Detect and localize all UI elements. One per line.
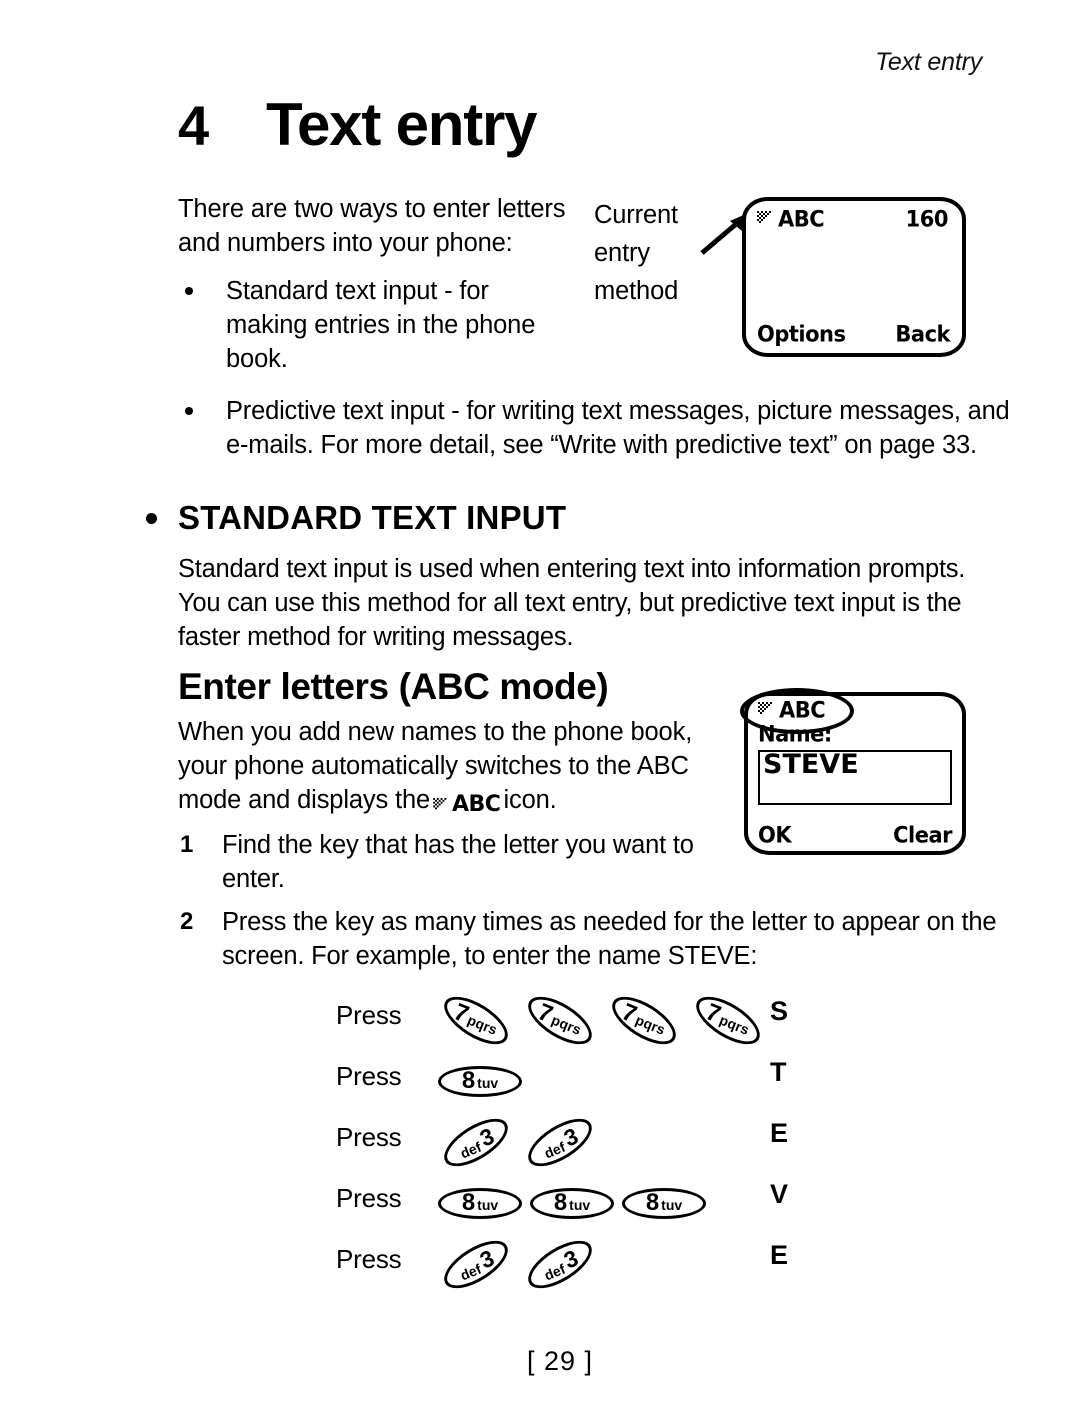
key-glyph: 8 tuv: [646, 1189, 682, 1217]
press-result-letter: E: [770, 1240, 789, 1270]
key-glyph: 7 pqrs: [618, 998, 671, 1041]
abc-inline-text: ABC: [452, 792, 501, 817]
keypad-key-7-icon[interactable]: 7 pqrs: [686, 986, 770, 1054]
keypad-key-3-icon[interactable]: def 3: [434, 1108, 518, 1176]
press-result-letter: S: [770, 996, 789, 1026]
key-letters: tuv: [477, 1074, 499, 1091]
press-result-letter: E: [770, 1118, 789, 1148]
running-head: Text entry: [875, 48, 982, 76]
press-key-group: 7 pqrs 7 pqrs 7 pqrs 7 pqrs: [434, 986, 770, 1054]
callout-current-entry-method: Current entry method: [594, 201, 679, 305]
press-row: Press def 3 def 3 E: [336, 1108, 806, 1176]
press-key-group: def 3 def 3: [434, 1230, 602, 1298]
intro-lead: There are two ways to enter letters and …: [178, 195, 566, 257]
phone2-text-input[interactable]: STEVE: [758, 749, 952, 805]
key-digit: 8: [461, 1066, 476, 1094]
key-digit: 8: [461, 1188, 476, 1216]
abc-indicator-icon: ABC: [433, 786, 501, 822]
abc-indicator-icon: [757, 211, 771, 223]
keypad-key-7-icon[interactable]: 7 pqrs: [518, 986, 602, 1054]
press-key-group: 8 tuv: [434, 1053, 526, 1108]
subsection-paragraph: When you add new names to the phone book…: [178, 715, 703, 822]
step-number: 2: [180, 908, 194, 935]
phone2-softkey-right[interactable]: Clear: [893, 822, 952, 847]
key-letters: tuv: [661, 1196, 683, 1213]
phone1-status-text: ABC: [778, 206, 825, 232]
step-item: 1 Find the key that has the letter you w…: [178, 828, 742, 896]
key-digit: 8: [645, 1188, 660, 1216]
keypad-key-3-icon[interactable]: def 3: [434, 1230, 518, 1298]
keypad-key-8-icon[interactable]: 8 tuv: [434, 1053, 526, 1108]
bullet-dot-icon: [185, 287, 193, 295]
phone-screen-entry-method: ABC 160 Options Back: [742, 197, 966, 357]
key-glyph: 7 pqrs: [702, 998, 755, 1041]
step-text: Find the key that has the letter you wan…: [222, 831, 694, 893]
subsection-paragraph-part2: icon.: [503, 786, 557, 814]
page-title: 4 Text entry: [178, 91, 538, 158]
key-glyph: 8 tuv: [554, 1189, 590, 1217]
press-row: Press 7 pqrs 7 pqrs 7 pqrs 7 pqrs S: [336, 986, 806, 1054]
intro-bullet-1-text: Standard text input - for making entries…: [226, 277, 536, 373]
key-letters: tuv: [477, 1196, 499, 1213]
keypad-key-7-icon[interactable]: 7 pqrs: [434, 986, 518, 1054]
intro-bullet-1: Standard text input - for making entries…: [178, 274, 570, 376]
intro-bullet-2: Predictive text input - for writing text…: [178, 394, 1026, 462]
subsection-heading-enter-letters: Enter letters (ABC mode): [178, 666, 609, 707]
step-number: 1: [180, 831, 194, 858]
section-heading-text: STANDARD TEXT INPUT: [178, 499, 567, 536]
press-label: Press: [336, 1244, 402, 1274]
press-label: Press: [336, 1122, 402, 1152]
keypad-key-8-icon[interactable]: 8 tuv: [526, 1175, 618, 1230]
key-digit: 8: [553, 1188, 568, 1216]
press-row: Press def 3 def 3 E: [336, 1230, 806, 1298]
press-row: Press 8 tuv 8 tuv 8 tuv V: [336, 1175, 806, 1236]
press-label: Press: [336, 1061, 402, 1091]
press-key-group: def 3 def 3: [434, 1108, 602, 1176]
keypad-key-3-icon[interactable]: def 3: [518, 1230, 602, 1298]
key-glyph: 7 pqrs: [534, 998, 587, 1041]
press-sequence-table: Press 7 pqrs 7 pqrs 7 pqrs 7 pqrs S Press 8 tuv T Pres…: [336, 986, 806, 1298]
bullet-dot-icon: [185, 407, 193, 415]
phone2-softkey-left[interactable]: OK: [758, 822, 792, 847]
manual-page: Text entry 4 Text entry There are two wa…: [0, 0, 1080, 1412]
press-result-letter: V: [770, 1179, 789, 1209]
key-glyph: 8 tuv: [462, 1067, 498, 1095]
bullet-dot-icon: [146, 512, 157, 524]
keypad-key-7-icon[interactable]: 7 pqrs: [602, 986, 686, 1054]
chapter-title: Text entry: [266, 91, 538, 158]
phone1-character-counter: 160: [905, 206, 949, 232]
step-item: 2 Press the key as many times as needed …: [178, 905, 1022, 973]
phone1-status-row: ABC: [757, 206, 825, 232]
chapter-number: 4: [178, 94, 209, 157]
section-heading-standard-text-input: STANDARD TEXT INPUT: [146, 499, 566, 537]
key-glyph: 7 pqrs: [450, 998, 503, 1041]
press-row: Press 8 tuv T: [336, 1053, 806, 1114]
page-number: [ 29 ]: [526, 1346, 594, 1376]
press-label: Press: [336, 1183, 402, 1213]
highlight-ellipse-annotation: [740, 688, 854, 734]
phone1-softkey-left[interactable]: Options: [757, 321, 846, 346]
press-key-group: 8 tuv 8 tuv 8 tuv: [434, 1175, 710, 1230]
section-paragraph: Standard text input is used when enterin…: [178, 555, 966, 651]
phone2-input-value: STEVE: [763, 749, 859, 780]
press-label: Press: [336, 1000, 402, 1030]
intro-bullet-2-text: Predictive text input - for writing text…: [226, 397, 1010, 459]
key-glyph: 8 tuv: [462, 1189, 498, 1217]
keypad-key-8-icon[interactable]: 8 tuv: [434, 1175, 526, 1230]
intro-block: There are two ways to enter letters and …: [178, 192, 570, 376]
keypad-key-3-icon[interactable]: def 3: [518, 1108, 602, 1176]
step-text: Press the key as many times as needed fo…: [222, 908, 997, 970]
phone1-softkey-right[interactable]: Back: [895, 321, 950, 346]
press-result-letter: T: [770, 1057, 787, 1087]
key-letters: tuv: [569, 1196, 591, 1213]
keypad-key-8-icon[interactable]: 8 tuv: [618, 1175, 710, 1230]
